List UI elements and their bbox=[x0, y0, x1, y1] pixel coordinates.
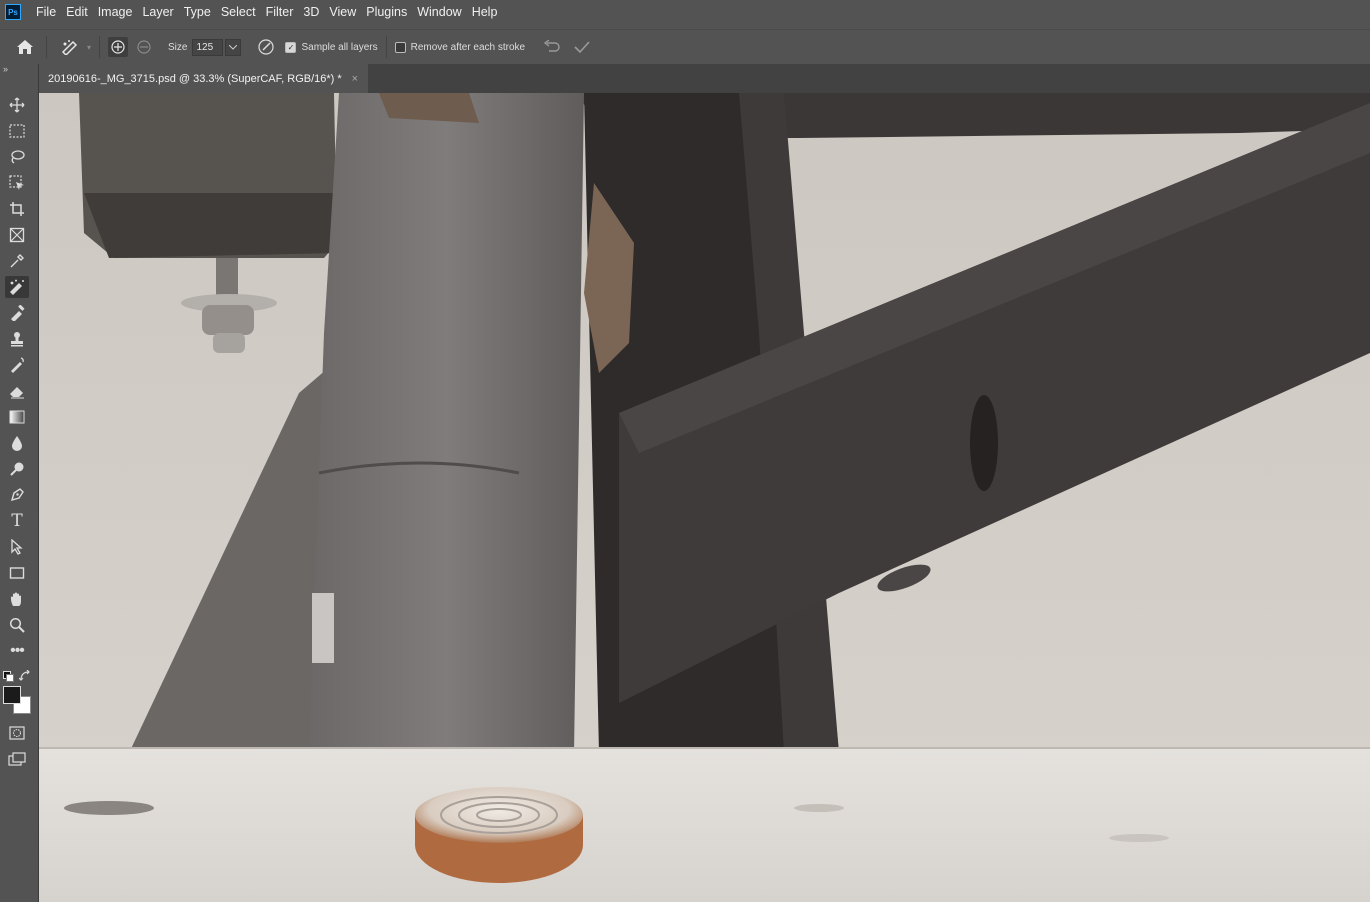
foreground-color-swatch[interactable] bbox=[3, 686, 21, 704]
close-icon[interactable]: × bbox=[352, 73, 358, 85]
commit-check-icon[interactable] bbox=[571, 36, 593, 58]
menu-help[interactable]: Help bbox=[467, 5, 503, 19]
home-icon[interactable] bbox=[14, 36, 36, 58]
quick-mask-icon[interactable] bbox=[5, 722, 29, 744]
crop-tool-icon[interactable] bbox=[5, 198, 29, 220]
menu-image[interactable]: Image bbox=[93, 5, 138, 19]
size-input[interactable]: 125 bbox=[192, 38, 224, 56]
sample-all-layers-checkbox[interactable]: ✓ bbox=[285, 41, 297, 53]
path-select-tool-icon[interactable] bbox=[5, 536, 29, 558]
dodge-tool-icon[interactable] bbox=[5, 458, 29, 480]
document-tab-title: 20190616-_MG_3715.psd @ 33.3% (SuperCAF,… bbox=[48, 72, 342, 85]
add-mode-icon[interactable] bbox=[108, 37, 129, 57]
frame-tool-icon[interactable] bbox=[5, 224, 29, 246]
lasso-tool-icon[interactable] bbox=[5, 146, 29, 168]
menu-file[interactable]: File bbox=[31, 5, 61, 19]
marquee-tool-icon[interactable] bbox=[5, 120, 29, 142]
default-colors-icon[interactable] bbox=[3, 671, 14, 682]
menu-select[interactable]: Select bbox=[216, 5, 261, 19]
gradient-tool-icon[interactable] bbox=[5, 406, 29, 428]
options-bar: ▾ Size 125 ✓ Sample all layers Remove af… bbox=[0, 29, 1370, 64]
menu-view[interactable]: View bbox=[324, 5, 361, 19]
rectangle-tool-icon[interactable] bbox=[5, 562, 29, 584]
swap-colors-icon[interactable] bbox=[18, 669, 31, 687]
menu-window[interactable]: Window bbox=[412, 5, 466, 19]
remove-tool-icon[interactable] bbox=[5, 276, 29, 298]
remove-after-stroke-label: Remove after each stroke bbox=[410, 41, 526, 53]
subtract-mode-icon[interactable] bbox=[134, 37, 154, 57]
sample-all-layers-label: Sample all layers bbox=[301, 41, 378, 53]
document-tab[interactable]: 20190616-_MG_3715.psd @ 33.3% (SuperCAF,… bbox=[38, 64, 369, 93]
photoshop-logo-icon: Ps bbox=[5, 4, 21, 20]
remove-tool-preset-icon[interactable] bbox=[55, 36, 85, 58]
blur-tool-icon[interactable] bbox=[5, 432, 29, 454]
screen-mode-icon[interactable] bbox=[5, 748, 29, 770]
move-tool-icon[interactable] bbox=[5, 94, 29, 116]
size-label: Size bbox=[168, 41, 188, 53]
clone-stamp-tool-icon[interactable] bbox=[5, 328, 29, 350]
type-tool-icon[interactable]: T bbox=[5, 510, 29, 532]
document-tab-row: 20190616-_MG_3715.psd @ 33.3% (SuperCAF,… bbox=[38, 64, 1370, 93]
collapse-panel-icon[interactable]: » bbox=[3, 64, 8, 74]
tools-panel: » T ••• bbox=[0, 64, 39, 902]
menu-plugins[interactable]: Plugins bbox=[361, 5, 412, 19]
menu-type[interactable]: Type bbox=[179, 5, 216, 19]
cancel-undo-icon[interactable] bbox=[541, 36, 563, 58]
menu-filter[interactable]: Filter bbox=[261, 5, 299, 19]
eyedropper-tool-icon[interactable] bbox=[5, 250, 29, 272]
menu-bar: Ps File Edit Image Layer Type Select Fil… bbox=[0, 0, 1370, 24]
hand-tool-icon[interactable] bbox=[5, 588, 29, 610]
menu-layer[interactable]: Layer bbox=[137, 5, 178, 19]
menu-edit[interactable]: Edit bbox=[61, 5, 93, 19]
object-select-tool-icon[interactable] bbox=[5, 172, 29, 194]
eraser-tool-icon[interactable] bbox=[5, 380, 29, 402]
zoom-tool-icon[interactable] bbox=[5, 614, 29, 636]
more-tools-icon[interactable]: ••• bbox=[5, 640, 29, 662]
photo-image bbox=[39, 93, 1370, 902]
pen-tool-icon[interactable] bbox=[5, 484, 29, 506]
menu-3d[interactable]: 3D bbox=[298, 5, 324, 19]
healing-brush-tool-icon[interactable] bbox=[5, 302, 29, 324]
size-dropdown-button[interactable] bbox=[225, 38, 242, 56]
remove-after-stroke-checkbox[interactable] bbox=[394, 41, 406, 53]
pressure-size-icon[interactable] bbox=[255, 36, 277, 58]
history-brush-tool-icon[interactable] bbox=[5, 354, 29, 376]
document-canvas[interactable] bbox=[39, 93, 1370, 902]
